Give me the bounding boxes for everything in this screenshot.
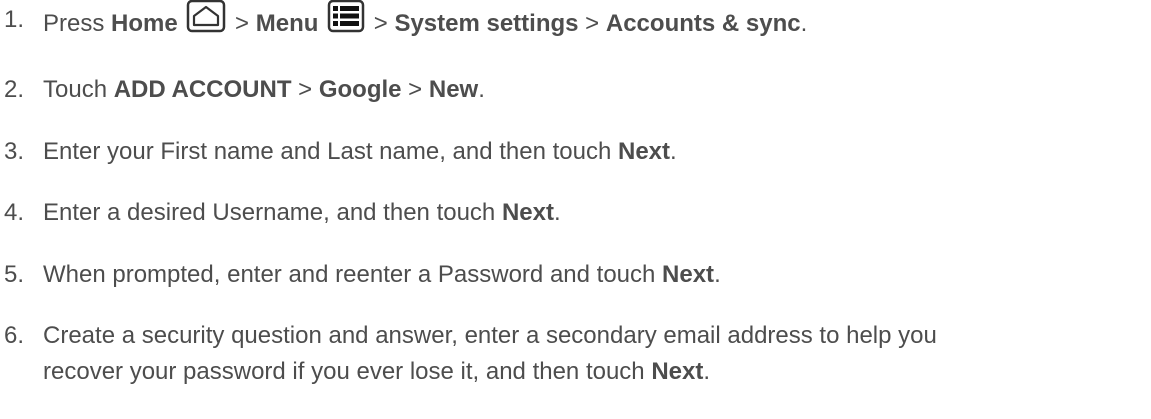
step-number: 6. (4, 322, 25, 349)
step-text-end: . (714, 261, 721, 288)
step-text: When prompted, enter and reenter a Passw… (43, 257, 1143, 293)
google-label: Google (318, 76, 402, 103)
step-text-line-1: Create a security question and answer, e… (43, 322, 937, 349)
next-label: Next (651, 358, 704, 385)
step-text: Create a security question and answer, e… (43, 318, 1143, 390)
step-text-end: . (800, 9, 808, 37)
next-label: Next (662, 261, 715, 288)
step-text-part: When prompted, enter and reenter a Passw… (43, 261, 663, 288)
step-text: Touch ADD ACCOUNT > Google > New. (43, 72, 1143, 108)
step-number: 3. (4, 138, 25, 165)
step-text-part: Touch (43, 76, 114, 103)
next-label: Next (618, 138, 671, 165)
menu-key-label: Menu (255, 9, 319, 37)
new-label: New (428, 76, 479, 103)
step-text-end: . (553, 199, 561, 226)
step-number: 4. (4, 199, 25, 226)
step-text-part: Enter a desired Username, and then touch (43, 199, 502, 226)
step-separator: > (228, 9, 256, 37)
home-key-label: Home (111, 9, 178, 37)
step-separator: > (401, 76, 429, 103)
step-text: Press Home > Menu > System settings > Ac… (43, 0, 1143, 47)
system-settings-label: System settings (394, 9, 579, 37)
step-text-part: Press (43, 9, 112, 37)
step-separator: > (291, 76, 319, 103)
add-account-label: ADD ACCOUNT (113, 76, 292, 103)
step-separator: > (367, 9, 395, 37)
step-number: 2. (4, 76, 25, 103)
step-text: Enter your First name and Last name, and… (43, 134, 1143, 170)
next-label: Next (501, 199, 554, 226)
step-text-part: recover your password if you ever lose i… (43, 358, 652, 385)
menu-key-icon (327, 0, 365, 44)
step-text: Enter a desired Username, and then touch… (43, 195, 1143, 231)
step-number: 1. (4, 6, 25, 33)
home-key-icon (186, 0, 226, 44)
step-text-end: . (670, 138, 677, 165)
step-number: 5. (4, 261, 25, 288)
accounts-sync-label: Accounts & sync (605, 9, 801, 37)
step-text-end: . (478, 76, 485, 103)
step-text-end: . (703, 358, 711, 385)
step-separator: > (578, 9, 606, 37)
step-text-part: Enter your First name and Last name, and… (43, 138, 618, 165)
